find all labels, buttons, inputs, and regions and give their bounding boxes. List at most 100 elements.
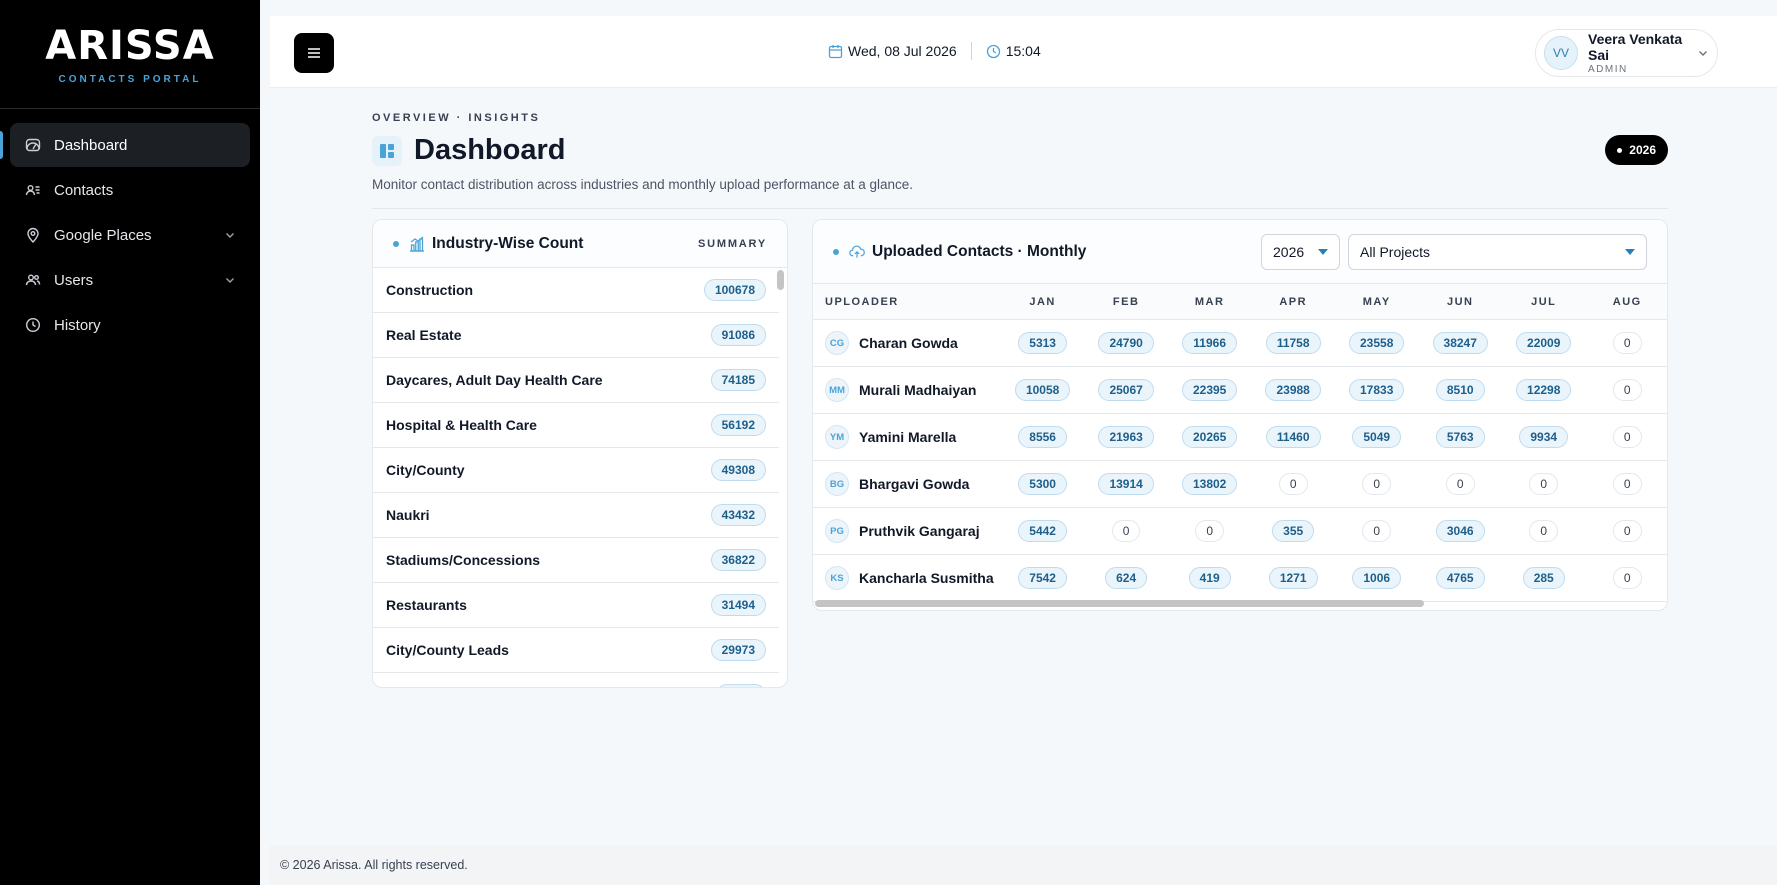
count-badge: 5300	[1018, 473, 1067, 495]
brand-subtitle: CONTACTS PORTAL	[58, 73, 202, 85]
column-header-month: JUN	[1446, 295, 1474, 308]
count-badge: 91086	[710, 324, 766, 346]
table-row[interactable]: CG Charan Gowda 5313 24790 11966 11758 23558 38…	[813, 320, 1667, 367]
sidebar-item-label: History	[54, 316, 101, 334]
list-item[interactable]: City/County Leads 29973	[373, 628, 779, 673]
month-cell: 10058	[1001, 379, 1085, 401]
count-badge: 11460	[1265, 426, 1321, 448]
count-badge: 24790	[1098, 332, 1154, 354]
scrollbar-thumb[interactable]	[777, 270, 784, 290]
column-header-month: JAN	[1029, 295, 1056, 308]
sidebar-item-users[interactable]: Users	[10, 258, 250, 302]
status-dot	[393, 240, 399, 247]
month-cell: 0	[1585, 520, 1667, 542]
brand-name: ARISSA	[45, 22, 215, 69]
uploader-cell: YM Yamini Marella	[813, 425, 1001, 449]
count-badge: 0	[1195, 520, 1224, 542]
month-cell: 5763	[1418, 426, 1502, 448]
month-cell: 0	[1251, 473, 1335, 495]
count-badge: 9934	[1519, 426, 1569, 448]
month-cell: 3046	[1418, 520, 1502, 542]
month-cell: 11460	[1251, 426, 1335, 448]
month-cell: 5313	[1001, 332, 1085, 354]
horizontal-scrollbar[interactable]	[813, 600, 1667, 608]
list-item[interactable]: Hospital & Health Care 56192	[373, 403, 779, 448]
list-item[interactable]	[373, 673, 779, 687]
count-badge: 0	[1612, 426, 1642, 448]
avatar: PG	[825, 519, 849, 543]
count-badge: 31494	[710, 594, 766, 616]
monthly-uploads-card: Uploaded Contacts · Monthly 2026 All Pro…	[812, 219, 1668, 611]
count-badge: 285	[1522, 567, 1565, 589]
count-badge: 5763	[1435, 426, 1485, 448]
summary-label: SUMMARY	[697, 237, 767, 250]
table-row[interactable]: MM Murali Madhaiyan 10058 25067 22395 23988 17…	[813, 367, 1667, 414]
chevron-down-icon[interactable]	[224, 274, 236, 286]
table-row[interactable]: YM Yamini Marella 8556 21963 20265 11460 5049 5…	[813, 414, 1667, 461]
sidebar: ARISSA CONTACTS PORTAL Dashboard Contact…	[0, 0, 260, 885]
count-badge: 0	[1612, 520, 1642, 542]
sidebar-item-google-places[interactable]: Google Places	[10, 213, 250, 257]
year-select[interactable]: 2026	[1261, 233, 1340, 270]
industry-name: Naukri	[386, 507, 430, 523]
month-cell: 355	[1251, 520, 1335, 542]
industry-list[interactable]: Construction 100678 Real Estate 91086 Dayc…	[373, 268, 779, 687]
column-header-month: MAR	[1194, 295, 1225, 308]
vertical-scrollbar[interactable]	[777, 268, 785, 687]
project-select[interactable]: All Projects	[1348, 233, 1647, 270]
current-time: 15:04	[1005, 43, 1041, 59]
count-badge: 3046	[1435, 520, 1485, 542]
column-header-month: FEB	[1112, 295, 1140, 308]
count-badge: 21963	[1098, 426, 1154, 448]
table-row[interactable]: PG Pruthvik Gangaraj 5442 0 0 355 0 3046 0 0	[813, 508, 1667, 555]
map-pin-icon	[24, 226, 42, 244]
count-badge: 5049	[1352, 426, 1402, 448]
sidebar-item-label: Contacts	[54, 181, 114, 199]
month-cell: 21963	[1084, 426, 1168, 448]
sidebar-item-contacts[interactable]: Contacts	[10, 168, 250, 212]
count-badge: 23988	[1265, 379, 1321, 401]
sidebar-item-label: Dashboard	[54, 136, 128, 154]
month-cell: 0	[1084, 520, 1168, 542]
avatar: VV	[1544, 36, 1578, 70]
count-badge: 43432	[710, 504, 766, 526]
user-role: ADMIN	[1588, 64, 1628, 75]
user-menu-button[interactable]: VV Veera Venkata Sai ADMIN	[1535, 29, 1718, 77]
sidebar-item-history[interactable]: History	[10, 303, 250, 347]
sidebar-item-label: Users	[54, 271, 94, 289]
list-item[interactable]: Real Estate 91086	[373, 313, 779, 358]
month-cell: 11758	[1251, 332, 1335, 354]
uploader-name: Kancharla Susmitha	[859, 570, 994, 586]
caret-down-icon	[1625, 248, 1635, 255]
uploader-name: Pruthvik Gangaraj	[859, 523, 980, 539]
list-item[interactable]: City/County 49308	[373, 448, 779, 493]
count-badge: 22009	[1516, 332, 1572, 354]
status-dot	[1617, 147, 1623, 153]
month-cell: 1271	[1251, 567, 1335, 589]
menu-toggle-button[interactable]	[294, 33, 334, 73]
chevron-down-icon[interactable]	[224, 229, 236, 241]
scrollbar-thumb[interactable]	[815, 600, 1424, 607]
month-cell: 8510	[1418, 379, 1502, 401]
list-item[interactable]: Naukri 43432	[373, 493, 779, 538]
table-row[interactable]: KS Kancharla Susmitha 7542 624 419 1271 1006 47…	[813, 555, 1667, 602]
avatar: KS	[825, 566, 849, 590]
list-item[interactable]: Construction 100678	[373, 268, 779, 313]
list-item[interactable]: Stadiums/Concessions 36822	[373, 538, 779, 583]
month-cell: 9934	[1502, 426, 1586, 448]
month-cell: 5300	[1001, 473, 1085, 495]
month-cell: 13802	[1168, 473, 1252, 495]
count-badge: 419	[1188, 567, 1231, 589]
list-item[interactable]: Daycares, Adult Day Health Care 74185	[373, 358, 779, 403]
sidebar-item-dashboard[interactable]: Dashboard	[0, 123, 250, 167]
month-cell: 0	[1585, 473, 1667, 495]
list-item[interactable]: Restaurants 31494	[373, 583, 779, 628]
clock-icon	[986, 44, 1001, 59]
count-badge: 13914	[1098, 473, 1154, 495]
uploader-name: Yamini Marella	[859, 429, 957, 445]
count-badge: 0	[1612, 332, 1642, 354]
table-row[interactable]: BG Bhargavi Gowda 5300 13914 13802 0 0 0 0 0	[813, 461, 1667, 508]
date-time-display: Wed, 08 Jul 2026 15:04	[828, 42, 1041, 60]
brand-logo[interactable]: ARISSA CONTACTS PORTAL	[0, 0, 260, 109]
count-badge: 0	[1445, 473, 1475, 495]
